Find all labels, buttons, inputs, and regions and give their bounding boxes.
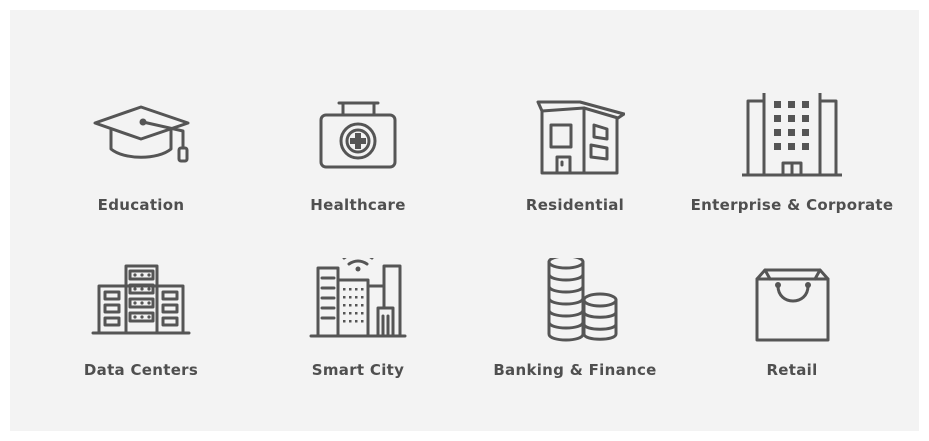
server-buildings-icon bbox=[91, 264, 191, 335]
category-banking[interactable]: Banking & Finance bbox=[460, 258, 690, 408]
industries-panel: Education Healthcare Residential Enterpr… bbox=[10, 10, 919, 431]
category-label: Residential bbox=[525, 196, 625, 214]
category-retail[interactable]: Retail bbox=[677, 258, 907, 408]
category-label: Retail bbox=[766, 361, 818, 379]
coin-stacks-icon bbox=[547, 258, 618, 342]
office-building-icon bbox=[742, 93, 842, 177]
shopping-bag-icon bbox=[755, 268, 830, 342]
graduation-cap-icon bbox=[93, 105, 190, 163]
category-data-centers[interactable]: Data Centers bbox=[26, 258, 256, 408]
category-label: Healthcare bbox=[310, 196, 406, 214]
category-education[interactable]: Education bbox=[26, 93, 256, 243]
category-residential[interactable]: Residential bbox=[460, 93, 690, 243]
category-label: Smart City bbox=[311, 361, 405, 379]
category-smart-city[interactable]: Smart City bbox=[243, 258, 473, 408]
category-label: Banking & Finance bbox=[493, 361, 657, 379]
category-enterprise[interactable]: Enterprise & Corporate bbox=[677, 93, 907, 243]
house-icon bbox=[536, 100, 625, 175]
category-label: Education bbox=[97, 196, 185, 214]
smart-city-wifi-icon bbox=[309, 258, 407, 338]
category-label: Enterprise & Corporate bbox=[690, 196, 894, 214]
category-label: Data Centers bbox=[83, 361, 199, 379]
category-healthcare[interactable]: Healthcare bbox=[243, 93, 473, 243]
first-aid-kit-icon bbox=[319, 101, 397, 169]
